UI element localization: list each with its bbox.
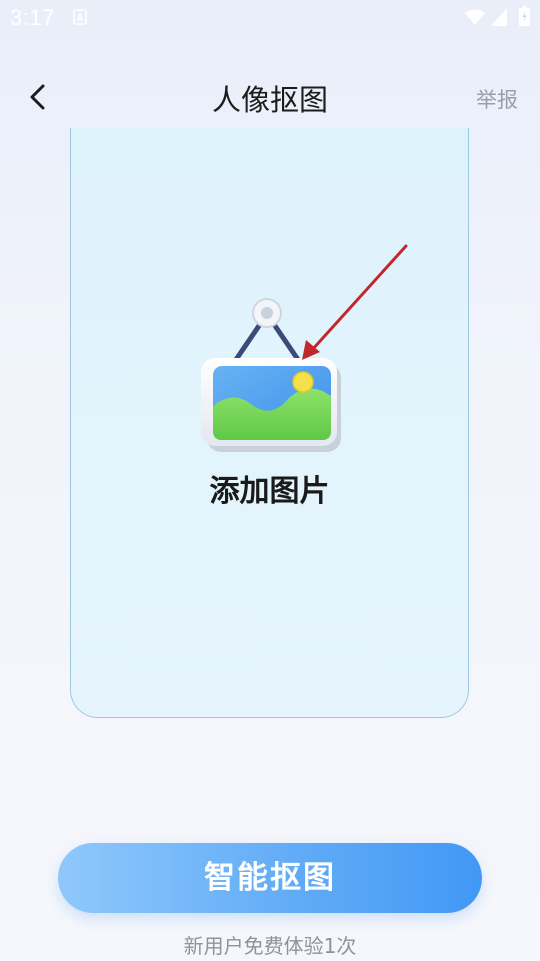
battery-icon: [519, 6, 530, 26]
notification-a-icon: [73, 9, 87, 25]
add-image-label: 添加图片: [209, 474, 330, 509]
status-bar: 3:17: [0, 0, 540, 36]
hanging-picture-icon: [201, 298, 341, 452]
status-time: 3:17: [10, 5, 55, 30]
page-title: 人像抠图: [211, 83, 328, 117]
signal-icon: [491, 8, 507, 26]
add-image-area[interactable]: 添加图片: [70, 128, 469, 718]
report-button[interactable]: 举报: [476, 84, 518, 114]
wifi-icon: [465, 9, 485, 25]
smart-cutout-button[interactable]: 智能抠图: [58, 843, 482, 913]
header-bar: 人像抠图 举报: [0, 62, 540, 132]
free-trial-note: 新用户免费体验1次: [183, 934, 357, 958]
